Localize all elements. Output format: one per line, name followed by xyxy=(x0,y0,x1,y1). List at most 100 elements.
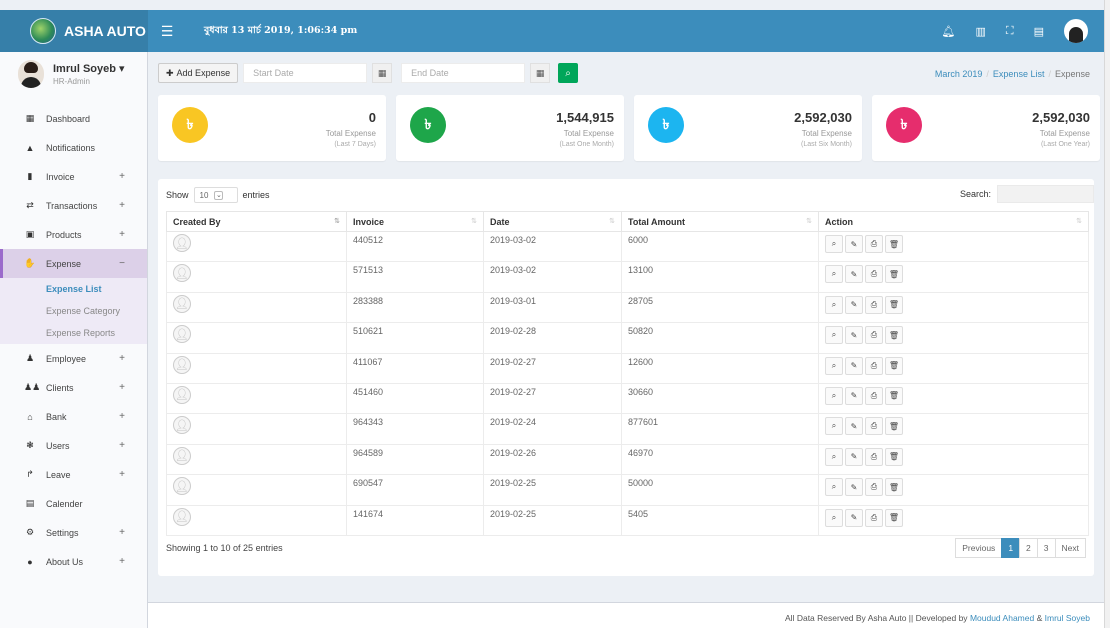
col-created-by[interactable]: Created By ⇅ xyxy=(166,211,347,232)
delete-icon[interactable]: 🗑︎ xyxy=(885,447,903,466)
print-icon[interactable]: ⎙ xyxy=(865,265,883,284)
print-icon[interactable]: ⎙ xyxy=(865,386,883,405)
sidebar-item-bank[interactable]: ⌂ Bank + xyxy=(0,402,147,431)
collapse-icon[interactable]: − xyxy=(117,258,127,269)
delete-icon[interactable]: 🗑︎ xyxy=(885,356,903,375)
sidebar-item-employee[interactable]: ♟ Employee + xyxy=(0,344,147,373)
start-date-input[interactable]: Start Date xyxy=(243,63,368,83)
user-panel[interactable]: Imrul Soyeb ▾ HR-Admin xyxy=(0,52,147,96)
print-icon[interactable]: ⎙ xyxy=(865,326,883,345)
page-3[interactable]: 3 xyxy=(1036,538,1056,558)
print-icon[interactable]: ⎙ xyxy=(865,295,883,314)
expand-icon[interactable]: + xyxy=(117,556,127,567)
view-icon[interactable]: ⌕ xyxy=(825,508,843,527)
expand-icon[interactable]: + xyxy=(117,229,127,240)
delete-icon[interactable]: 🗑︎ xyxy=(885,508,903,527)
developer-link-2[interactable]: Imrul Soyeb xyxy=(1045,613,1090,623)
sidebar-item-dashboard[interactable]: ▦ Dashboard xyxy=(0,104,147,133)
delete-icon[interactable]: 🗑︎ xyxy=(885,417,903,436)
add-expense-button[interactable]: ✚ Add Expense xyxy=(158,63,239,83)
sidebar-item-users[interactable]: ❃ Users + xyxy=(0,431,147,460)
submenu-expense-reports[interactable]: Expense Reports xyxy=(0,322,147,344)
end-date-input[interactable]: End Date xyxy=(401,63,526,83)
book-icon[interactable]: ▥ xyxy=(975,25,985,38)
menu-toggle-icon[interactable]: ☰ xyxy=(158,23,176,40)
print-icon[interactable]: ⎙ xyxy=(865,356,883,375)
scrollbar[interactable] xyxy=(1104,0,1110,628)
view-icon[interactable]: ⌕ xyxy=(825,356,843,375)
print-icon[interactable]: ⎙ xyxy=(865,478,883,497)
sidebar-item-calender[interactable]: ▤ Calender xyxy=(0,489,147,518)
table-search-input[interactable] xyxy=(997,185,1094,203)
expand-icon[interactable]: + xyxy=(117,527,127,538)
edit-icon[interactable]: ✎ xyxy=(845,508,863,527)
edit-icon[interactable]: ✎ xyxy=(845,417,863,436)
breadcrumb-month[interactable]: March 2019 xyxy=(935,69,983,79)
sidebar-item-expense[interactable]: ✋ Expense − xyxy=(0,249,147,278)
view-icon[interactable]: ⌕ xyxy=(825,386,843,405)
search-button[interactable]: ⌕ xyxy=(558,63,579,83)
page-previous[interactable]: Previous xyxy=(955,538,1003,558)
col-total-amount[interactable]: Total Amount ⇅ xyxy=(621,211,819,232)
page-1[interactable]: 1 xyxy=(1001,538,1021,558)
edit-icon[interactable]: ✎ xyxy=(845,356,863,375)
delete-icon[interactable]: 🗑︎ xyxy=(885,478,903,497)
view-icon[interactable]: ⌕ xyxy=(825,295,843,314)
sidebar-item-settings[interactable]: ⚙ Settings + xyxy=(0,518,147,547)
submenu-expense-list[interactable]: Expense List xyxy=(0,278,147,300)
expand-icon[interactable]: + xyxy=(117,382,127,393)
delete-icon[interactable]: 🗑︎ xyxy=(885,235,903,253)
calendar-icon[interactable]: ▦ xyxy=(372,63,393,83)
expand-icon[interactable]: + xyxy=(117,353,127,364)
sidebar-item-products[interactable]: ▣ Products + xyxy=(0,220,147,249)
print-icon[interactable]: ⎙ xyxy=(865,417,883,436)
entries-length-select[interactable]: 10 ⌄ xyxy=(193,187,238,203)
sidebar-item-about-us[interactable]: ● About Us + xyxy=(0,547,147,576)
submenu-expense-category[interactable]: Expense Category xyxy=(0,300,147,322)
print-icon[interactable]: ⎙ xyxy=(865,447,883,466)
calendar-icon[interactable]: ▦ xyxy=(530,63,551,83)
view-icon[interactable]: ⌕ xyxy=(825,265,843,284)
edit-icon[interactable]: ✎ xyxy=(845,295,863,314)
view-icon[interactable]: ⌕ xyxy=(825,478,843,497)
view-icon[interactable]: ⌕ xyxy=(825,447,843,466)
message-icon[interactable]: ▤ xyxy=(1034,25,1044,38)
expand-icon[interactable]: + xyxy=(117,171,127,182)
col-action[interactable]: Action ⇅ xyxy=(818,211,1089,232)
delete-icon[interactable]: 🗑︎ xyxy=(885,265,903,284)
user-name[interactable]: Imrul Soyeb ▾ xyxy=(53,62,125,75)
col-invoice[interactable]: Invoice ⇅ xyxy=(346,211,484,232)
breadcrumb-expense-list[interactable]: Expense List xyxy=(993,69,1045,79)
expand-icon[interactable]: + xyxy=(117,440,127,451)
view-icon[interactable]: ⌕ xyxy=(825,417,843,436)
edit-icon[interactable]: ✎ xyxy=(845,447,863,466)
sidebar-item-notifications[interactable]: ▲ Notifications xyxy=(0,133,147,162)
developer-link-1[interactable]: Moudud Ahamed xyxy=(970,613,1034,623)
print-icon[interactable]: ⎙ xyxy=(865,235,883,253)
expand-icon[interactable]: + xyxy=(117,469,127,480)
col-date[interactable]: Date ⇅ xyxy=(483,211,622,232)
brand[interactable]: ASHA AUTO xyxy=(0,10,148,52)
edit-icon[interactable]: ✎ xyxy=(845,326,863,345)
edit-icon[interactable]: ✎ xyxy=(845,265,863,284)
print-icon[interactable]: ⎙ xyxy=(865,508,883,527)
sidebar-item-transactions[interactable]: ⇄ Transactions + xyxy=(0,191,147,220)
delete-icon[interactable]: 🗑︎ xyxy=(885,386,903,405)
page-next[interactable]: Next xyxy=(1054,538,1086,558)
bell-icon[interactable]: 🔔︎ xyxy=(942,25,956,38)
edit-icon[interactable]: ✎ xyxy=(845,478,863,497)
edit-icon[interactable]: ✎ xyxy=(845,386,863,405)
expand-icon[interactable]: + xyxy=(117,200,127,211)
fullscreen-icon[interactable]: ⛶ xyxy=(1006,25,1014,38)
expand-icon[interactable]: + xyxy=(117,411,127,422)
top-user-avatar[interactable] xyxy=(1064,19,1088,43)
delete-icon[interactable]: 🗑︎ xyxy=(885,295,903,314)
edit-icon[interactable]: ✎ xyxy=(845,235,863,253)
delete-icon[interactable]: 🗑︎ xyxy=(885,326,903,345)
view-icon[interactable]: ⌕ xyxy=(825,235,843,253)
sidebar-item-invoice[interactable]: ▮ Invoice + xyxy=(0,162,147,191)
view-icon[interactable]: ⌕ xyxy=(825,326,843,345)
page-2[interactable]: 2 xyxy=(1019,538,1038,558)
sidebar-item-clients[interactable]: ♟♟ Clients + xyxy=(0,373,147,402)
sidebar-item-leave[interactable]: ↱ Leave + xyxy=(0,460,147,489)
